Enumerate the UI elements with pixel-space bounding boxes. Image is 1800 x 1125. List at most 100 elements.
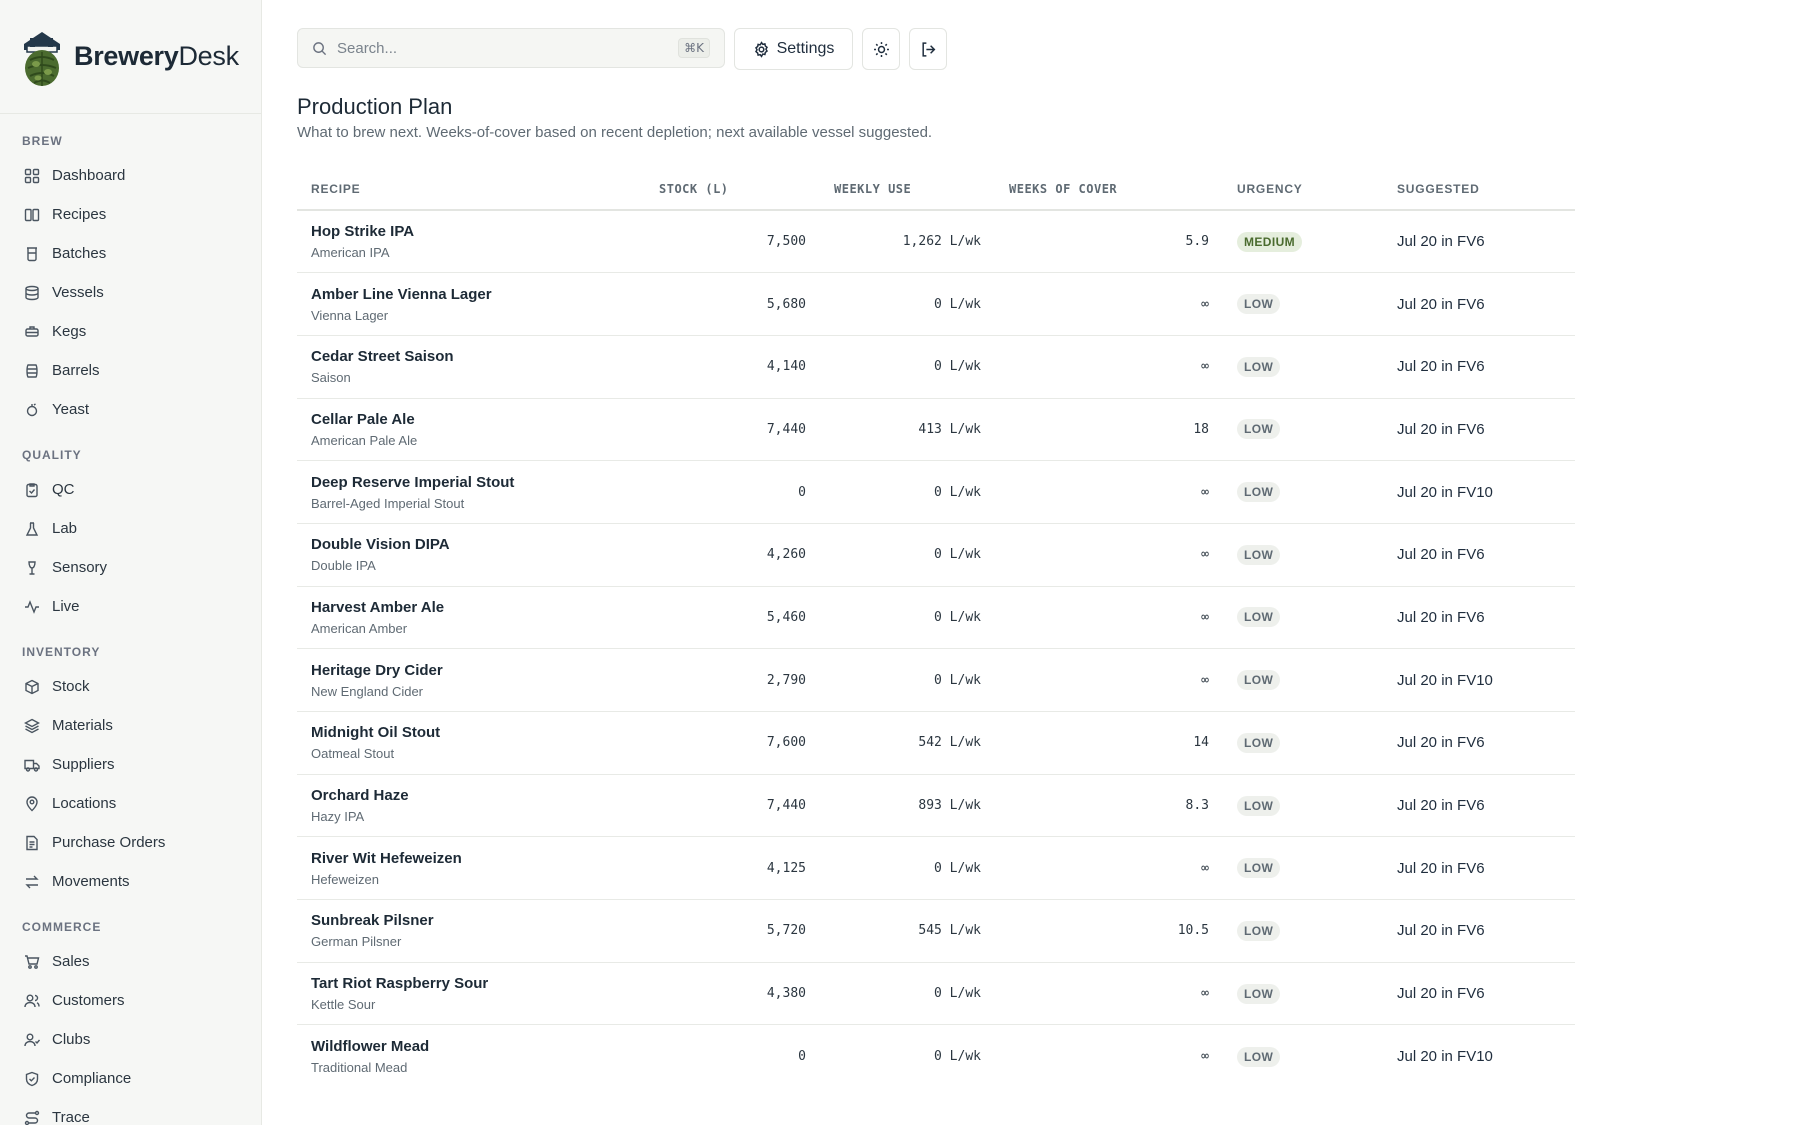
sidebar-item-label: Movements — [52, 873, 130, 890]
theme-toggle-button[interactable] — [862, 28, 900, 70]
header-weekly-use[interactable]: WEEKLY USE — [820, 168, 995, 211]
sidebar-item-sensory[interactable]: Sensory — [0, 548, 261, 587]
arrows-exchange-icon — [25, 875, 39, 888]
recipe-name[interactable]: Midnight Oil Stout — [311, 724, 631, 741]
table-row[interactable]: Tart Riot Raspberry Sour Kettle Sour 4,38… — [297, 962, 1575, 1026]
table-row[interactable]: Sunbreak Pilsner German Pilsner 5,720 545… — [297, 899, 1575, 963]
recipe-name[interactable]: Orchard Haze — [311, 787, 631, 804]
sidebar-item-label: Trace — [52, 1109, 90, 1125]
nav-section-brew: BREW Dashboard Recipes Batches Vessels K… — [0, 129, 261, 429]
shield-check-icon — [25, 1071, 39, 1086]
sidebar-item-sales[interactable]: Sales — [0, 942, 261, 981]
recipe-style: Double IPA — [311, 558, 376, 574]
header-urgency[interactable]: URGENCY — [1223, 168, 1383, 211]
suggested-cell: Jul 20 in FV6 — [1383, 523, 1575, 587]
sidebar-item-clubs[interactable]: Clubs — [0, 1020, 261, 1059]
recipe-name[interactable]: Cedar Street Saison — [311, 348, 631, 365]
recipe-style: American Amber — [311, 620, 408, 636]
sidebar-item-recipes[interactable]: Recipes — [0, 195, 261, 234]
sidebar-item-dashboard[interactable]: Dashboard — [0, 156, 261, 195]
sidebar-item-customers[interactable]: Customers — [0, 981, 261, 1020]
recipe-name[interactable]: Heritage Dry Cider — [311, 662, 631, 679]
table-row[interactable]: Hop Strike IPA American IPA 7,500 1,262 L… — [297, 210, 1575, 274]
recipe-name[interactable]: Double Vision DIPA — [311, 536, 631, 553]
sidebar-item-label: Clubs — [52, 1031, 91, 1048]
sidebar-item-locations[interactable]: Locations — [0, 784, 261, 823]
package-icon — [25, 679, 39, 694]
table-row[interactable]: Midnight Oil Stout Oatmeal Stout 7,600 54… — [297, 711, 1575, 775]
header-stock[interactable]: STOCK (L) — [645, 168, 820, 211]
table-row[interactable]: Cellar Pale Ale American Pale Ale 7,440 4… — [297, 398, 1575, 462]
sidebar-item-suppliers[interactable]: Suppliers — [0, 745, 261, 784]
recipe-style: German Pilsner — [311, 934, 402, 950]
recipe-name[interactable]: Deep Reserve Imperial Stout — [311, 474, 631, 491]
sidebar-item-kegs[interactable]: Kegs — [0, 312, 261, 351]
urgency-cell: MEDIUM — [1223, 210, 1383, 274]
header-weeks-of-cover[interactable]: WEEKS OF COVER — [995, 168, 1223, 211]
suggested-cell: Jul 20 in FV6 — [1383, 711, 1575, 775]
stock-cell: 4,380 — [645, 962, 820, 1026]
sidebar-item-yeast[interactable]: Yeast — [0, 390, 261, 429]
sidebar-item-purchase-orders[interactable]: Purchase Orders — [0, 823, 261, 862]
table-row[interactable]: Cedar Street Saison Saison 4,140 0 L/wk ∞… — [297, 335, 1575, 399]
header-suggested[interactable]: SUGGESTED — [1383, 168, 1575, 211]
recipe-cell: Amber Line Vienna Lager Vienna Lager — [297, 272, 645, 336]
sidebar-item-trace[interactable]: Trace — [0, 1098, 261, 1125]
stock-cell: 5,680 — [645, 272, 820, 336]
recipe-cell: Double Vision DIPA Double IPA — [297, 523, 645, 587]
weekly-use-cell: 0 L/wk — [820, 962, 995, 1026]
recipe-name[interactable]: Tart Riot Raspberry Sour — [311, 975, 631, 992]
recipe-name[interactable]: Hop Strike IPA — [311, 223, 631, 240]
sidebar-item-label: Suppliers — [52, 756, 115, 773]
recipe-name[interactable]: River Wit Hefeweizen — [311, 850, 631, 867]
recipe-cell: Cellar Pale Ale American Pale Ale — [297, 398, 645, 462]
urgency-cell: LOW — [1223, 335, 1383, 399]
search-input[interactable] — [337, 39, 679, 57]
recipe-name[interactable]: Amber Line Vienna Lager — [311, 286, 631, 303]
sidebar-item-batches[interactable]: Batches — [0, 234, 261, 273]
recipe-style: Barrel-Aged Imperial Stout — [311, 495, 465, 511]
flask-icon — [25, 521, 39, 536]
table-row[interactable]: River Wit Hefeweizen Hefeweizen 4,125 0 L… — [297, 836, 1575, 901]
recipe-name[interactable]: Cellar Pale Ale — [311, 411, 631, 428]
gear-icon — [754, 40, 768, 58]
sidebar-item-materials[interactable]: Materials — [0, 706, 261, 745]
table-row[interactable]: Wildflower Mead Traditional Mead 0 0 L/wk… — [297, 1025, 1575, 1088]
sidebar-item-stock[interactable]: Stock — [0, 667, 261, 706]
header-recipe[interactable]: RECIPE — [297, 168, 645, 211]
table-row[interactable]: Amber Line Vienna Lager Vienna Lager 5,68… — [297, 272, 1575, 336]
suggested-cell: Jul 20 in FV10 — [1383, 460, 1575, 524]
table-body: Hop Strike IPA American IPA 7,500 1,262 L… — [297, 210, 1575, 1088]
recipe-name[interactable]: Sunbreak Pilsner — [311, 912, 631, 929]
urgency-cell: LOW — [1223, 398, 1383, 462]
sidebar-item-compliance[interactable]: Compliance — [0, 1059, 261, 1098]
page-title: Production Plan — [297, 94, 453, 119]
urgency-badge: LOW — [1237, 670, 1281, 691]
search-icon — [313, 41, 327, 55]
table-row[interactable]: Double Vision DIPA Double IPA 4,260 0 L/w… — [297, 523, 1575, 587]
sidebar-item-label: Live — [52, 598, 80, 615]
logout-button[interactable] — [909, 28, 947, 70]
recipe-name[interactable]: Harvest Amber Ale — [311, 599, 631, 616]
sidebar-item-live[interactable]: Live — [0, 587, 261, 626]
recipe-name[interactable]: Wildflower Mead — [311, 1038, 631, 1055]
topbar: ⌘K Settings — [297, 28, 947, 70]
table-row[interactable]: Harvest Amber Ale American Amber 5,460 0 … — [297, 586, 1575, 650]
weekly-use-cell: 0 L/wk — [820, 335, 995, 399]
sidebar-item-lab[interactable]: Lab — [0, 509, 261, 548]
sidebar-item-barrels[interactable]: Barrels — [0, 351, 261, 390]
table-row[interactable]: Deep Reserve Imperial Stout Barrel-Aged I… — [297, 460, 1575, 524]
settings-button[interactable]: Settings — [734, 28, 853, 70]
sidebar-item-label: Compliance — [52, 1070, 132, 1087]
weeks-of-cover-cell: 18 — [995, 398, 1223, 462]
sidebar-item-qc[interactable]: QC — [0, 470, 261, 509]
sidebar-item-vessels[interactable]: Vessels — [0, 273, 261, 312]
table-row[interactable]: Heritage Dry Cider New England Cider 2,79… — [297, 648, 1575, 712]
table-row[interactable]: Orchard Haze Hazy IPA 7,440 893 L/wk 8.3 … — [297, 774, 1575, 838]
brand-logo[interactable]: BreweryDesk — [0, 0, 261, 114]
sidebar-item-movements[interactable]: Movements — [0, 862, 261, 901]
recipe-style: New England Cider — [311, 683, 424, 699]
weeks-of-cover-cell: ∞ — [995, 523, 1223, 587]
suggested-cell: Jul 20 in FV6 — [1383, 272, 1575, 336]
search-box[interactable]: ⌘K — [297, 28, 725, 68]
